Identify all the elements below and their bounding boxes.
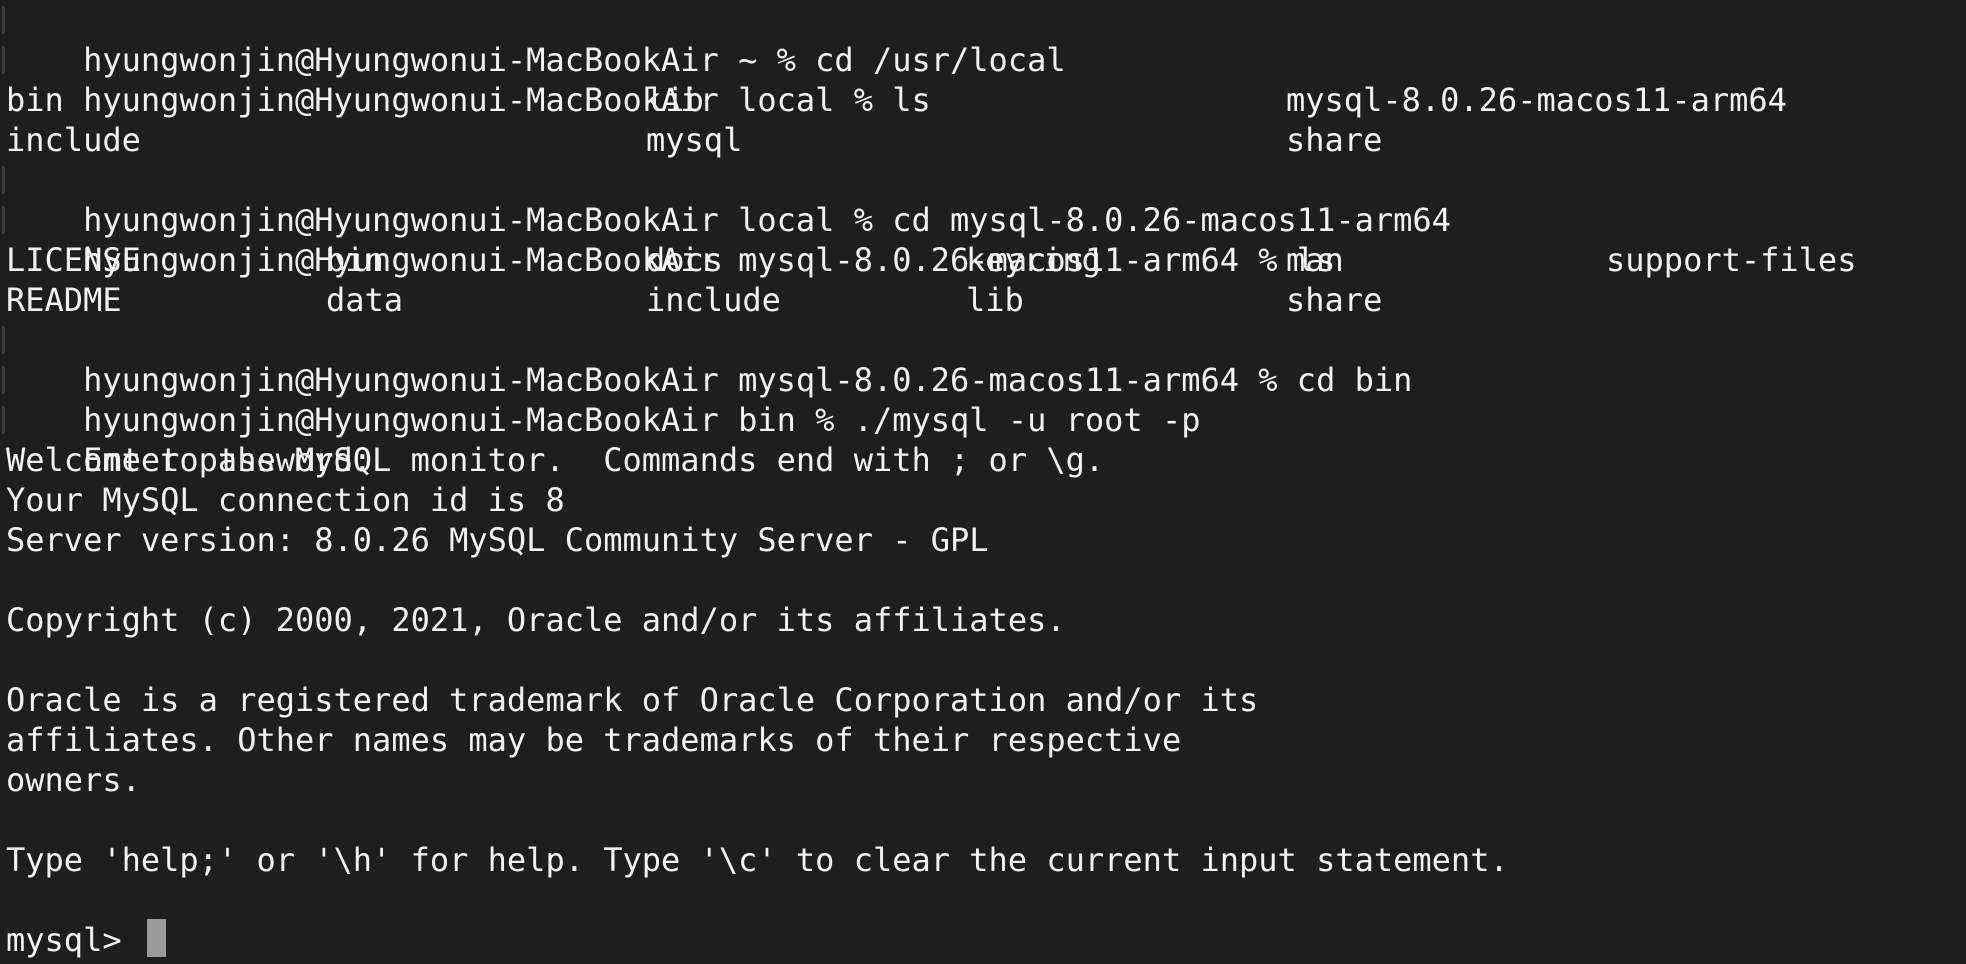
terminal-line: hyungwonjin@Hyungwonui-MacBookAir mysql-… [2, 200, 1966, 279]
text-cursor[interactable] [146, 919, 166, 957]
mysql-prompt: mysql> [6, 921, 141, 959]
ls-entry: support-files [1606, 241, 1857, 279]
terminal-window[interactable]: hyungwonjin@Hyungwonui-MacBookAir ~ % cd… [0, 0, 1966, 964]
prompt-mark [2, 166, 5, 194]
output-line: Copyright (c) 2000, 2021, Oracle and/or … [6, 601, 1066, 639]
ls-entry: include [646, 281, 781, 319]
ls-entry: share [1286, 121, 1383, 159]
ls-output-row: include mysql share [6, 120, 1966, 160]
output-line: Your MySQL connection id is 8 [6, 481, 565, 519]
command-ls: hyungwonjin@Hyungwonui-MacBookAir local … [83, 81, 931, 119]
output-line: Oracle is a registered trademark of Orac… [6, 681, 1259, 719]
terminal-line: hyungwonjin@Hyungwonui-MacBookAir ~ % cd… [2, 0, 1966, 79]
ls-entry: share [1286, 281, 1383, 319]
terminal-line: hyungwonjin@Hyungwonui-MacBookAir local … [2, 160, 1966, 239]
ls-entry: README [6, 281, 122, 319]
ls-entry: include [6, 121, 141, 159]
terminal-line: hyungwonjin@Hyungwonui-MacBookAir mysql-… [2, 320, 1966, 399]
command-ls: hyungwonjin@Hyungwonui-MacBookAir mysql-… [83, 241, 1336, 279]
ls-output-row: README data include lib share [6, 280, 1966, 320]
output-line: affiliates. Other names may be trademark… [6, 721, 1182, 759]
output-line: Welcome to the MySQL monitor. Commands e… [6, 441, 1105, 479]
output-line: owners. [6, 761, 141, 799]
prompt-mark [2, 206, 5, 234]
ls-entry: data [326, 281, 404, 319]
prompt-mark [2, 6, 5, 34]
terminal-line: hyungwonjin@Hyungwonui-MacBookAir bin % … [2, 360, 1966, 439]
output-line: Type 'help;' or '\h' for help. Type '\c'… [6, 841, 1509, 879]
prompt-mark [2, 406, 5, 434]
ls-entry: lib [966, 281, 1024, 319]
prompt-mark [2, 366, 5, 394]
ls-entry: mysql [646, 121, 743, 159]
mysql-prompt-line[interactable]: mysql> [6, 919, 1966, 960]
prompt-mark [2, 46, 5, 74]
ls-entry: mysql-8.0.26-macos11-arm64 [1286, 81, 1787, 119]
terminal-line: hyungwonjin@Hyungwonui-MacBookAir local … [2, 40, 1966, 119]
prompt-mark [2, 326, 5, 354]
terminal-line: Enter password: [2, 400, 1966, 479]
output-line: Server version: 8.0.26 MySQL Community S… [6, 521, 989, 559]
